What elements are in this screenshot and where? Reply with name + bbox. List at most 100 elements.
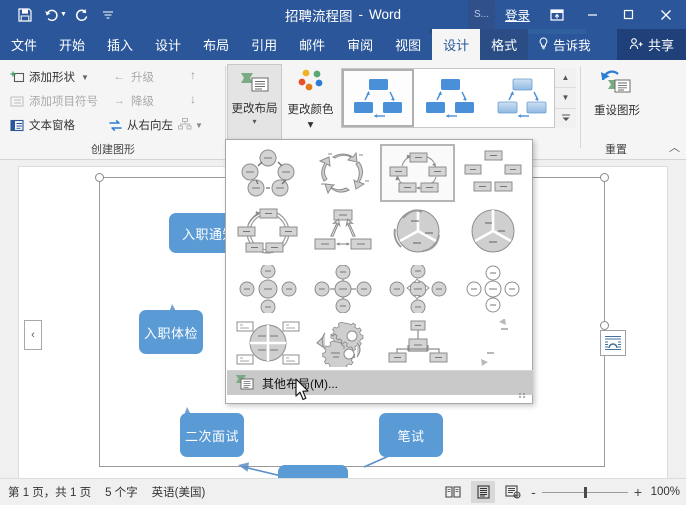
gallery-scroll-controls: ▲ ▼ (554, 68, 576, 128)
layout-item-continuous-cycle-arrows[interactable] (455, 318, 530, 368)
change-layout-label: 更改布局 (231, 103, 278, 115)
change-layout-caret-icon[interactable]: ▾ (252, 117, 256, 126)
ribbon-tab-bar: 文件 开始 插入 设计 布局 引用 邮件 审阅 视图 设计 格式 告诉我 共享 (0, 29, 686, 60)
status-right: - + 100% (441, 481, 680, 503)
demote-button[interactable]: → 降级 (110, 90, 154, 112)
gallery-scroll-down-button[interactable]: ▼ (555, 88, 576, 109)
gallery-scroll-up-button[interactable]: ▲ (555, 68, 576, 89)
smartart-node-4[interactable]: 笔试 (379, 413, 443, 457)
layout-item-basic-radial[interactable] (305, 260, 380, 318)
move-up-button[interactable]: ↑ (190, 68, 196, 82)
customize-qat-icon[interactable] (95, 4, 121, 26)
tab-insert[interactable]: 插入 (96, 29, 144, 60)
add-shape-button[interactable]: 添加形状 ▼ (8, 66, 89, 88)
print-layout-icon[interactable] (471, 481, 496, 503)
add-shape-label: 添加形状 (29, 72, 75, 84)
maximize-button[interactable] (610, 0, 646, 29)
layout-item-continuous-cycle[interactable] (305, 144, 380, 202)
language-indicator[interactable]: 英语(美国) (152, 484, 206, 500)
tell-me-label: 告诉我 (553, 39, 591, 53)
document-title: 招聘流程图 (284, 8, 353, 24)
layout-item-cycle-matrix[interactable] (380, 202, 455, 260)
layout-item-circle-arrow-process[interactable] (230, 202, 305, 260)
zoom-out-button[interactable]: - (531, 484, 536, 500)
reset-graphic-button[interactable]: 重设图形 (588, 64, 646, 140)
layout-options-button[interactable] (600, 330, 626, 356)
more-layouts-menu-item[interactable]: 其他布局(M)... (227, 371, 533, 395)
tab-home[interactable]: 开始 (48, 29, 96, 60)
layout-item-multidirectional-cycle[interactable] (230, 318, 305, 368)
zoom-in-button[interactable]: + (634, 484, 642, 500)
layout-item-block-cycle[interactable] (230, 144, 305, 202)
tab-layout[interactable]: 布局 (192, 29, 240, 60)
add-bullet-button[interactable]: 添加项目符号 (8, 90, 98, 112)
right-to-left-button[interactable]: 从右向左 ▼ (106, 114, 203, 136)
zoom-level-label[interactable]: 100% (648, 486, 680, 498)
change-colors-button[interactable]: 更改颜色 ▾ (283, 64, 338, 140)
ribbon-group-create-graphic: 添加形状 ▼ 添加项目符号 文本窗格 ← 升级 → 降级 从右向左 ▼ ↑ ↓ … (0, 60, 226, 160)
tab-view[interactable]: 视图 (384, 29, 432, 60)
tab-smartart-format[interactable]: 格式 (480, 29, 529, 60)
style-item-3[interactable] (486, 69, 558, 127)
layout-item-text-cycle[interactable] (455, 144, 530, 202)
ribbon-group-reset: 重设图形 重置 (580, 60, 652, 160)
title-separator: - (358, 7, 363, 22)
tab-design[interactable]: 设计 (144, 29, 192, 60)
change-layout-button[interactable]: 更改布局 ▾ (227, 64, 282, 140)
change-colors-caret-icon[interactable]: ▾ (308, 117, 314, 131)
style-item-2[interactable] (414, 69, 486, 127)
word-count[interactable]: 5 个字 (105, 484, 138, 500)
share-button[interactable]: 共享 (616, 29, 686, 60)
layout-gallery-grid (230, 144, 530, 368)
undo-dropdown-icon[interactable]: ▼ (60, 11, 67, 18)
minimize-button[interactable] (574, 0, 610, 29)
smartart-node-3[interactable]: 二次面试 (180, 413, 244, 457)
text-pane-button[interactable]: 文本窗格 (8, 114, 75, 136)
account-label[interactable]: S... (467, 0, 495, 29)
ribbon-display-options-icon[interactable] (540, 0, 574, 29)
add-shape-caret-icon[interactable]: ▼ (81, 73, 89, 82)
gallery-more-button[interactable] (555, 108, 576, 128)
tab-smartart-design[interactable]: 设计 (432, 29, 481, 60)
add-bullet-label: 添加项目符号 (29, 96, 98, 108)
tab-review[interactable]: 审阅 (336, 29, 384, 60)
layout-item-diverging-radial[interactable] (305, 202, 380, 260)
smartart-node-2[interactable]: 入职体检 (139, 310, 203, 354)
web-layout-icon[interactable] (501, 481, 525, 503)
layout-item-gears[interactable] (305, 318, 380, 368)
style-item-1[interactable] (342, 69, 414, 127)
promote-button[interactable]: ← 升级 (110, 66, 154, 88)
smartart-styles-gallery (341, 68, 576, 128)
page-indicator[interactable]: 第 1 页，共 1 页 (8, 484, 91, 500)
layout-item-basic-cycle[interactable] (380, 144, 455, 202)
dropdown-resize-grip[interactable] (518, 388, 528, 400)
tell-me-box[interactable]: 告诉我 (528, 29, 601, 60)
close-button[interactable] (646, 0, 686, 29)
smartart-node-5[interactable] (278, 465, 348, 478)
tab-references[interactable]: 引用 (240, 29, 288, 60)
layout-item-hexagon-radial[interactable] (455, 260, 530, 318)
layout-hierarchy-icon[interactable] (178, 117, 192, 133)
quick-access-toolbar: ▼ (0, 4, 121, 26)
layout-item-radial-cycle[interactable] (230, 260, 305, 318)
smartart-text-pane-toggle[interactable]: ‹ (24, 320, 42, 350)
tab-file[interactable]: 文件 (0, 29, 48, 60)
move-down-button[interactable]: ↓ (190, 92, 196, 106)
sign-in-link[interactable]: 登录 (495, 0, 540, 29)
save-icon[interactable] (12, 4, 38, 26)
collapse-ribbon-button[interactable]: ︿ (669, 139, 680, 155)
promote-arrow-icon: ← (113, 71, 125, 83)
zoom-slider[interactable] (541, 486, 628, 498)
tab-mailings[interactable]: 邮件 (288, 29, 336, 60)
layout-caret-icon[interactable]: ▼ (195, 121, 203, 130)
layout-item-diverging-radial-2[interactable] (380, 260, 455, 318)
zoom-slider-thumb[interactable] (583, 486, 587, 498)
tab-list: 文件 开始 插入 设计 布局 引用 邮件 审阅 视图 设计 格式 告诉我 (0, 29, 601, 60)
reset-graphic-icon (600, 69, 634, 100)
lightbulb-icon (538, 36, 549, 53)
layout-item-basic-pie[interactable] (455, 202, 530, 260)
redo-icon[interactable] (69, 4, 95, 26)
read-mode-icon[interactable] (441, 481, 465, 503)
layout-item-radial-venn[interactable] (380, 318, 455, 368)
status-bar: 第 1 页，共 1 页 5 个字 英语(美国) - + 100% (0, 478, 686, 505)
